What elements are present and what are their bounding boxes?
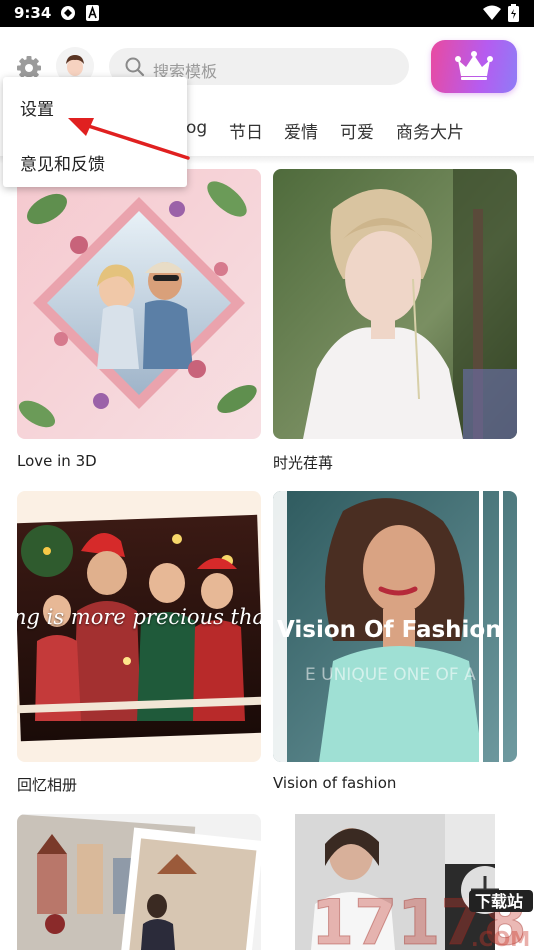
tab-festival[interactable]: 节日: [229, 118, 263, 143]
template-title: 回忆相册: [17, 776, 78, 794]
watermark: 17178 .COM 下载站: [305, 860, 534, 950]
tab-love[interactable]: 爱情: [284, 118, 318, 143]
template-thumbnail[interactable]: [17, 814, 261, 950]
watermark-badge: 下载站: [475, 892, 523, 911]
template-thumbnail[interactable]: [17, 169, 261, 439]
annotation-arrow: [68, 118, 190, 160]
battery-icon: [508, 4, 519, 27]
template-title: Love in 3D: [17, 452, 97, 470]
wifi-icon: [483, 5, 501, 25]
template-thumbnail[interactable]: ng is more precious than f: [17, 491, 261, 762]
template-overlay-text: Vision Of Fashion: [277, 617, 502, 643]
tab-cute[interactable]: 可爱: [340, 118, 374, 143]
template-overlay-text: ng is more precious than f: [17, 605, 261, 629]
template-title: 时光荏苒: [273, 454, 334, 472]
template-title: Vision of fashion: [273, 774, 397, 792]
status-bar: 9:34: [0, 0, 534, 27]
crown-icon: [455, 51, 493, 80]
vip-button[interactable]: [431, 40, 517, 93]
search-icon: [124, 56, 145, 77]
app-screen: 9:34 搜索模板 og 节日 爱情 可爱 商务大片 Love in 3D 时光…: [0, 0, 534, 950]
status-time: 9:34: [14, 4, 52, 22]
template-thumbnail[interactable]: Vision Of Fashion E UNIQUE ONE OF A: [273, 491, 517, 762]
vpn-icon: [60, 5, 76, 26]
a-badge-icon: [86, 5, 99, 26]
template-overlay-subtext: E UNIQUE ONE OF A: [305, 665, 476, 685]
menu-item-settings[interactable]: 设置: [20, 95, 54, 120]
svg-text:.COM: .COM: [471, 927, 530, 950]
tab-business[interactable]: 商务大片: [396, 118, 464, 143]
template-thumbnail[interactable]: [273, 169, 517, 439]
